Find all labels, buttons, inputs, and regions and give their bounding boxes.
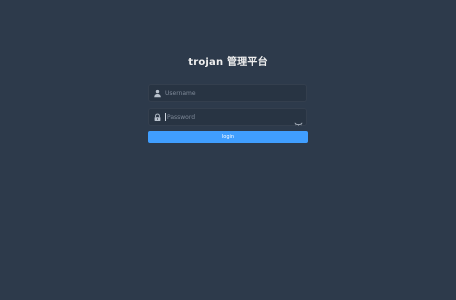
username-field[interactable] <box>148 84 307 102</box>
eye-closed-icon[interactable] <box>294 113 303 126</box>
lock-icon <box>153 113 162 122</box>
login-button[interactable]: login <box>148 131 308 143</box>
login-page: trojan 管理平台 login <box>0 0 456 300</box>
password-input[interactable] <box>165 113 295 121</box>
password-field[interactable] <box>148 108 307 126</box>
page-title: trojan 管理平台 <box>188 57 268 68</box>
username-input[interactable] <box>165 86 293 100</box>
user-icon <box>153 89 162 98</box>
